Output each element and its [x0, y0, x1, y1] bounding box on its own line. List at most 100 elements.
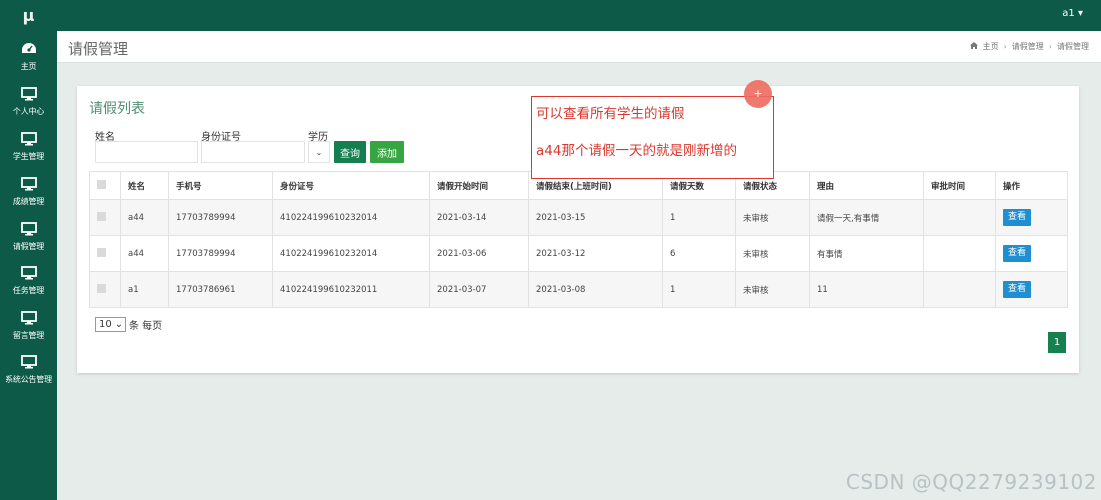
- cell-start: 2021-03-06: [429, 235, 529, 272]
- sidebar: 主页 个人中心 学生管理 成绩管理 请假管理 任务管理 留言管理 系统公告管理: [0, 31, 57, 500]
- name-filter-input[interactable]: [95, 141, 198, 163]
- column-header: 审批时间: [923, 171, 996, 200]
- cell-action: 查看: [995, 235, 1068, 272]
- sidebar-item-profile[interactable]: 个人中心: [0, 81, 57, 125]
- cell-end: 2021-03-15: [528, 199, 663, 236]
- top-bar: μ a1 ▾: [0, 0, 1101, 31]
- home-icon: [969, 42, 978, 51]
- add-button[interactable]: 添加: [370, 141, 404, 163]
- cell-end: 2021-03-12: [528, 235, 663, 272]
- sidebar-item-label: 主页: [20, 62, 37, 71]
- cell-action: 查看: [995, 199, 1068, 236]
- cell-status: 未审核: [735, 199, 810, 236]
- cell-status: 未审核: [735, 235, 810, 272]
- crosshair-icon: +: [753, 87, 763, 100]
- cell-approve-time: [923, 235, 996, 272]
- cell-reason: 请假一天,有事情: [809, 199, 924, 236]
- sidebar-item-label: 个人中心: [12, 107, 45, 116]
- breadcrumb-current: 请假管理: [1057, 42, 1089, 51]
- view-button[interactable]: 查看: [1003, 245, 1031, 262]
- sidebar-item-students[interactable]: 学生管理: [0, 126, 57, 170]
- page-size-select[interactable]: 10 ⌄: [95, 317, 126, 332]
- sidebar-item-home[interactable]: 主页: [0, 36, 57, 80]
- sidebar-item-label: 留言管理: [12, 331, 45, 340]
- cell-phone: 17703786961: [168, 271, 273, 308]
- monitor-icon: [20, 309, 37, 327]
- row-checkbox[interactable]: [97, 283, 106, 293]
- column-header: 理由: [809, 171, 924, 200]
- sidebar-item-messages[interactable]: 留言管理: [0, 305, 57, 349]
- cell-days: 1: [662, 271, 736, 308]
- sidebar-item-leave[interactable]: 请假管理: [0, 216, 57, 260]
- breadcrumb-separator: ›: [1003, 42, 1007, 51]
- cell-end: 2021-03-08: [528, 271, 663, 308]
- select-all-cell[interactable]: [89, 171, 121, 200]
- chevron-down-icon: ⌄: [315, 147, 323, 157]
- table-row: a44 17703789994 410224199610232014 2021-…: [89, 199, 1068, 236]
- monitor-icon: [20, 264, 37, 282]
- cell-days: 1: [662, 199, 736, 236]
- row-select-cell[interactable]: [89, 199, 121, 236]
- column-header: 手机号: [168, 171, 273, 200]
- annotation-callout: 可以查看所有学生的请假 a44那个请假一天的就是刚新增的: [531, 96, 774, 179]
- page-title: 请假管理: [68, 40, 129, 58]
- select-all-checkbox[interactable]: [97, 179, 106, 189]
- app-logo[interactable]: μ: [0, 0, 57, 31]
- sidebar-item-label: 请假管理: [12, 242, 45, 251]
- row-select-cell[interactable]: [89, 235, 121, 272]
- search-button[interactable]: 查询: [334, 141, 366, 163]
- cell-approve-time: [923, 199, 996, 236]
- column-header: 请假开始时间: [429, 171, 529, 200]
- breadcrumb: 主页 › 请假管理 › 请假管理: [969, 41, 1089, 52]
- chevron-down-icon: ⌄: [114, 319, 124, 330]
- cell-id: 410224199610232011: [272, 271, 430, 308]
- sidebar-item-grades[interactable]: 成绩管理: [0, 171, 57, 215]
- cell-id: 410224199610232014: [272, 235, 430, 272]
- annotation-text: 可以查看所有学生的请假: [536, 106, 685, 122]
- education-select[interactable]: ⌄: [308, 141, 330, 163]
- sidebar-item-label: 学生管理: [12, 152, 45, 161]
- breadcrumb-item[interactable]: 请假管理: [1012, 41, 1044, 52]
- cell-approve-time: [923, 271, 996, 308]
- breadcrumb-separator: ›: [1048, 42, 1052, 51]
- monitor-icon: [20, 220, 37, 238]
- column-header: 姓名: [120, 171, 169, 200]
- column-header: 操作: [995, 171, 1068, 200]
- monitor-icon: [20, 353, 37, 371]
- column-header: 身份证号: [272, 171, 430, 200]
- monitor-icon: [20, 85, 37, 103]
- row-select-cell[interactable]: [89, 271, 121, 308]
- breadcrumb-home[interactable]: 主页: [983, 41, 999, 52]
- view-button[interactable]: 查看: [1003, 281, 1031, 298]
- cell-status: 未审核: [735, 271, 810, 308]
- user-name: a1: [1062, 8, 1075, 19]
- row-checkbox[interactable]: [97, 247, 106, 257]
- watermark: CSDN @QQ2279239102: [845, 470, 1097, 494]
- sidebar-item-tasks[interactable]: 任务管理: [0, 260, 57, 304]
- row-checkbox[interactable]: [97, 211, 106, 221]
- caret-down-icon: ▾: [1077, 8, 1083, 19]
- cell-name: a1: [120, 271, 169, 308]
- cell-phone: 17703789994: [168, 199, 273, 236]
- page-size-control: 10 ⌄ 条 每页: [95, 317, 162, 332]
- user-menu[interactable]: a1 ▾: [1062, 8, 1083, 19]
- page-button-current[interactable]: 1: [1048, 332, 1066, 353]
- cell-start: 2021-03-14: [429, 199, 529, 236]
- cell-start: 2021-03-07: [429, 271, 529, 308]
- sidebar-item-announcements[interactable]: 系统公告管理: [0, 349, 57, 393]
- table-row: a44 17703789994 410224199610232014 2021-…: [89, 235, 1068, 272]
- cell-days: 6: [662, 235, 736, 272]
- monitor-icon: [20, 175, 37, 193]
- dashboard-icon: [21, 40, 37, 58]
- page-size-value: 10: [99, 319, 112, 330]
- id-filter-input[interactable]: [201, 141, 305, 163]
- view-button[interactable]: 查看: [1003, 209, 1031, 226]
- cell-action: 查看: [995, 271, 1068, 308]
- cell-reason: 有事情: [809, 235, 924, 272]
- panel-title: 请假列表: [89, 101, 145, 117]
- sidebar-item-label: 成绩管理: [12, 197, 45, 206]
- cell-name: a44: [120, 199, 169, 236]
- monitor-icon: [20, 130, 37, 148]
- page-header: 请假管理 主页 › 请假管理 › 请假管理: [57, 31, 1101, 63]
- annotation-text: a44那个请假一天的就是刚新增的: [536, 143, 737, 159]
